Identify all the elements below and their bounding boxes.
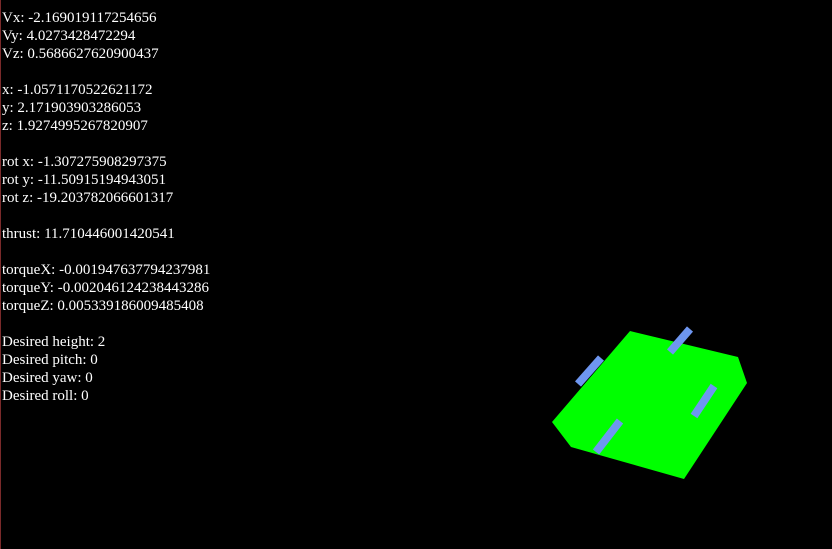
thrust-readout: thrust: 11.710446001420541 xyxy=(2,226,175,242)
desired-roll-readout: Desired roll: 0 xyxy=(2,388,89,404)
readout-spacer xyxy=(2,207,210,225)
torque-y-readout: torqueY: -0.002046124238443286 xyxy=(2,280,209,296)
position-z-readout: z: 1.9274995267820907 xyxy=(2,118,148,134)
desired-pitch-readout: Desired pitch: 0 xyxy=(2,352,98,368)
rotation-x-readout: rot x: -1.307275908297375 xyxy=(2,154,167,170)
rotation-z-readout: rot z: -19.203782066601317 xyxy=(2,190,174,206)
readout-spacer xyxy=(2,63,210,81)
rotation-y-readout: rot y: -11.50915194943051 xyxy=(2,172,167,188)
velocity-y-readout: Vy: 4.0273428472294 xyxy=(2,28,136,44)
desired-height-readout: Desired height: 2 xyxy=(2,334,106,350)
position-y-readout: y: 2.171903903286053 xyxy=(2,100,142,116)
torque-z-readout: torqueZ: 0.005339186009485408 xyxy=(2,298,204,314)
readout-spacer xyxy=(2,135,210,153)
torque-x-readout: torqueX: -0.001947637794237981 xyxy=(2,262,211,278)
quadcopter-model xyxy=(552,326,747,479)
velocity-z-readout: Vz: 0.5686627620900437 xyxy=(2,46,159,62)
position-x-readout: x: -1.0571170522621172 xyxy=(2,82,153,98)
telemetry-readout: Vx: -2.169019117254656 Vy: 4.02734284722… xyxy=(2,9,210,405)
readout-spacer xyxy=(2,243,210,261)
velocity-x-readout: Vx: -2.169019117254656 xyxy=(2,10,157,26)
drone-body xyxy=(552,331,747,479)
desired-yaw-readout: Desired yaw: 0 xyxy=(2,370,93,386)
readout-spacer xyxy=(2,315,210,333)
